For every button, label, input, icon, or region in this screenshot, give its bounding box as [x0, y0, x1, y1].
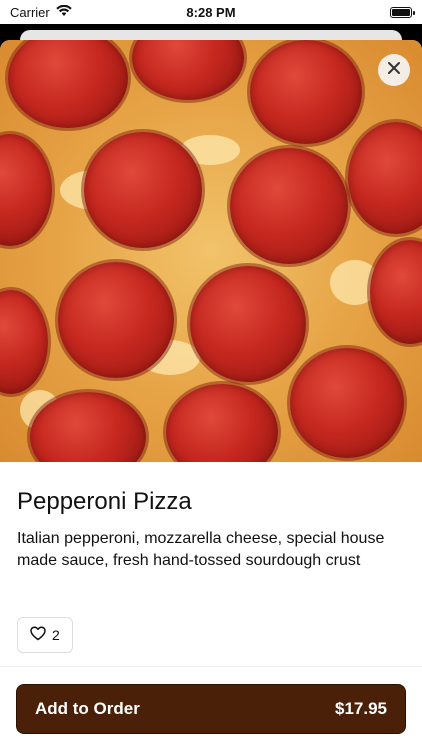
item-title: Pepperoni Pizza [17, 488, 192, 515]
wifi-icon [56, 4, 72, 20]
status-left: Carrier [10, 4, 72, 20]
like-count: 2 [52, 627, 60, 643]
status-bar: Carrier 8:28 PM [0, 0, 422, 24]
item-detail-sheet: Pepperoni Pizza Italian pepperoni, mozza… [0, 40, 422, 750]
add-to-order-label: Add to Order [35, 699, 140, 718]
carrier-label: Carrier [10, 4, 50, 20]
add-to-order-button[interactable]: Add to Order $17.95 [16, 684, 406, 734]
order-price: $17.95 [335, 699, 387, 718]
pizza-photo [0, 40, 422, 462]
item-details: Pepperoni Pizza Italian pepperoni, mozza… [0, 462, 422, 572]
close-button[interactable] [378, 54, 410, 86]
close-icon [387, 61, 401, 80]
heart-icon [30, 626, 46, 644]
battery-icon [390, 6, 415, 18]
like-button[interactable]: 2 [17, 617, 73, 653]
item-description: Italian pepperoni, mozzarella cheese, sp… [17, 530, 385, 569]
divider [0, 666, 422, 667]
